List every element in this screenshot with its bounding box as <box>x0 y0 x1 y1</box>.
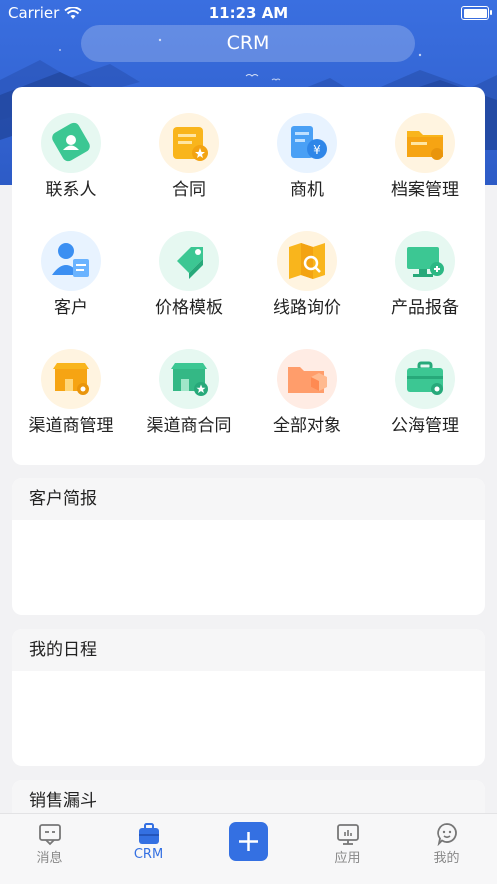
svg-text:¥: ¥ <box>313 143 321 157</box>
grid-item-route-inquiry[interactable]: 线路询价 <box>248 205 366 323</box>
my-schedule-title: 我的日程 <box>12 629 485 671</box>
add-button[interactable] <box>229 822 268 861</box>
crm-bag-icon <box>139 823 159 844</box>
grid-item-opportunity[interactable]: ¥ 商机 <box>248 87 366 205</box>
battery-icon <box>461 6 492 20</box>
apps-monitor-icon <box>337 824 359 845</box>
grid-item-channel-contract[interactable]: 渠道商合同 <box>130 323 248 441</box>
grid-item-contract[interactable]: 合同 <box>130 87 248 205</box>
grid-item-product-report[interactable]: 产品报备 <box>366 205 484 323</box>
grid-item-label: 商机 <box>290 180 324 200</box>
grid-item-label: 公海管理 <box>391 416 459 436</box>
price-tag-icon <box>159 231 219 291</box>
customer-icon <box>41 231 101 291</box>
tab-profile[interactable]: 我的 <box>397 814 496 884</box>
status-bar: Carrier 11:23 AM <box>0 0 497 26</box>
message-icon <box>39 824 61 846</box>
grid-item-channel-management[interactable]: 渠道商管理 <box>12 323 130 441</box>
profile-icon <box>437 823 457 846</box>
contact-icon <box>41 113 101 173</box>
grid-item-contacts[interactable]: 联系人 <box>12 87 130 205</box>
product-report-icon <box>395 231 455 291</box>
customer-report-card: 客户简报 <box>12 478 485 615</box>
crm-function-grid: 联系人 合同 ¥ 商机 档案管理 客户 价格模板 线路询价 产品报备 渠道商管理… <box>12 87 485 465</box>
tab-label: 我的 <box>433 851 460 866</box>
contract-icon <box>159 113 219 173</box>
grid-item-label: 档案管理 <box>391 180 459 200</box>
page-title: CRM <box>81 25 415 62</box>
grid-item-label: 价格模板 <box>155 298 223 318</box>
plus-icon <box>239 832 258 851</box>
grid-item-label: 线路询价 <box>273 298 341 318</box>
customer-report-title: 客户简报 <box>12 478 485 520</box>
channel-contract-icon <box>159 349 219 409</box>
tab-crm[interactable]: CRM <box>99 814 198 884</box>
grid-item-label: 客户 <box>54 298 88 318</box>
grid-item-label: 联系人 <box>45 180 97 200</box>
grid-item-all-objects[interactable]: 全部对象 <box>248 323 366 441</box>
tab-label: CRM <box>133 847 164 862</box>
grid-item-label: 全部对象 <box>273 416 341 436</box>
grid-item-label: 渠道商合同 <box>146 416 232 436</box>
grid-item-price-template[interactable]: 价格模板 <box>130 205 248 323</box>
status-time: 11:23 AM <box>208 4 289 22</box>
route-map-icon <box>277 231 337 291</box>
archive-icon <box>395 113 455 173</box>
grid-item-customer[interactable]: 客户 <box>12 205 130 323</box>
tab-apps[interactable]: 应用 <box>298 814 397 884</box>
briefcase-gear-icon <box>395 349 455 409</box>
tab-label: 应用 <box>334 851 361 866</box>
grid-item-archive[interactable]: 档案管理 <box>366 87 484 205</box>
grid-item-label: 产品报备 <box>391 298 459 318</box>
tab-messages[interactable]: 消息 <box>0 814 99 884</box>
folder-box-icon <box>277 349 337 409</box>
channel-store-icon <box>41 349 101 409</box>
grid-item-public-pool[interactable]: 公海管理 <box>366 323 484 441</box>
my-schedule-card: 我的日程 <box>12 629 485 766</box>
grid-item-label: 渠道商管理 <box>28 416 114 436</box>
opportunity-icon: ¥ <box>277 113 337 173</box>
grid-item-label: 合同 <box>172 180 206 200</box>
tab-label: 消息 <box>36 851 63 866</box>
